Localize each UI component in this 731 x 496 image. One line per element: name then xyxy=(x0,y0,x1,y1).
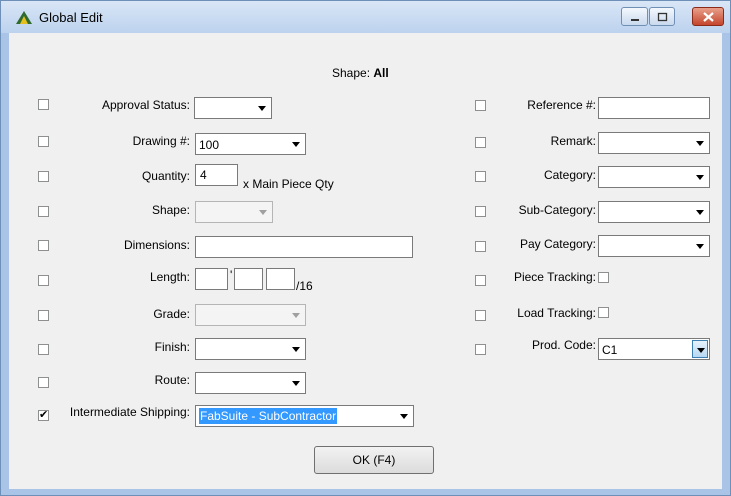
minimize-icon xyxy=(631,19,639,21)
length-feet-input[interactable] xyxy=(195,268,228,290)
shape-dropdown[interactable] xyxy=(195,201,273,223)
length-sixteenths-input[interactable] xyxy=(266,268,295,290)
length-checkbox[interactable] xyxy=(38,275,49,286)
shape-checkbox[interactable] xyxy=(38,206,49,217)
close-icon xyxy=(703,12,714,22)
length-inches-input[interactable] xyxy=(234,268,263,290)
prod-code-label: Prod. Code: xyxy=(531,338,596,352)
finish-checkbox[interactable] xyxy=(38,344,49,355)
chevron-down-icon xyxy=(255,203,271,221)
pay-category-label: Pay Category: xyxy=(519,237,596,251)
reference-label: Reference #: xyxy=(527,98,596,112)
chevron-down-icon xyxy=(692,237,708,255)
shape-summary-label: Shape: xyxy=(332,66,371,80)
drawing-dropdown[interactable]: 100 xyxy=(195,133,306,155)
dialog-body: Shape: All Approval Status: Drawing #: 1… xyxy=(9,33,722,489)
finish-label: Finish: xyxy=(154,340,190,354)
approval-status-checkbox[interactable] xyxy=(38,99,49,110)
prod-code-checkbox[interactable] xyxy=(475,344,486,355)
chevron-down-icon xyxy=(288,340,304,358)
piece-tracking-label: Piece Tracking: xyxy=(513,270,596,284)
sub-category-dropdown[interactable] xyxy=(598,201,710,223)
chevron-down-icon xyxy=(692,134,708,152)
grade-label: Grade: xyxy=(153,307,190,321)
dimensions-label: Dimensions: xyxy=(123,238,190,252)
chevron-down-icon xyxy=(396,407,412,425)
route-checkbox[interactable] xyxy=(38,377,49,388)
dimensions-checkbox[interactable] xyxy=(38,240,49,251)
drawing-label: Drawing #: xyxy=(132,134,190,148)
pay-category-dropdown[interactable] xyxy=(598,235,710,257)
load-tracking-label: Load Tracking: xyxy=(517,306,596,320)
title-bar[interactable]: Global Edit xyxy=(1,1,730,33)
grade-checkbox[interactable] xyxy=(38,310,49,321)
remark-dropdown[interactable] xyxy=(598,132,710,154)
intermediate-shipping-checkbox[interactable] xyxy=(38,408,49,421)
grade-dropdown[interactable] xyxy=(195,304,306,326)
reference-input[interactable] xyxy=(598,97,710,119)
drawing-value: 100 xyxy=(199,138,220,152)
load-tracking-checkbox[interactable] xyxy=(598,307,609,318)
ok-button[interactable]: OK (F4) xyxy=(314,446,434,474)
length-label: Length: xyxy=(149,270,190,284)
route-label: Route: xyxy=(154,373,190,387)
category-checkbox[interactable] xyxy=(475,171,486,182)
category-dropdown[interactable] xyxy=(598,166,710,188)
category-label: Category: xyxy=(543,168,596,182)
shape-summary: Shape: All xyxy=(332,66,389,80)
chevron-down-icon xyxy=(288,374,304,392)
remark-label: Remark: xyxy=(550,134,596,148)
chevron-down-icon xyxy=(288,135,304,153)
prod-code-value: C1 xyxy=(602,343,618,357)
load-tracking-outer-checkbox[interactable] xyxy=(475,310,486,321)
maximize-button[interactable] xyxy=(649,7,675,26)
chevron-down-icon xyxy=(288,306,304,324)
dimensions-input[interactable] xyxy=(195,236,413,258)
quantity-checkbox[interactable] xyxy=(38,171,49,182)
length-sixteenths-suffix: /16 xyxy=(296,279,313,293)
reference-checkbox[interactable] xyxy=(475,100,486,111)
maximize-icon xyxy=(657,12,668,22)
chevron-down-icon xyxy=(692,203,708,221)
quantity-suffix: x Main Piece Qty xyxy=(243,177,334,191)
remark-checkbox[interactable] xyxy=(475,137,486,148)
pay-category-checkbox[interactable] xyxy=(475,241,486,252)
close-button[interactable] xyxy=(692,7,724,26)
shape-label: Shape: xyxy=(151,203,190,217)
intermediate-shipping-label: Intermediate Shipping: xyxy=(69,405,190,419)
fabsuite-icon xyxy=(16,11,32,24)
sub-category-label: Sub-Category: xyxy=(518,203,596,217)
minimize-button[interactable] xyxy=(621,7,648,26)
prod-code-dropdown[interactable]: C1 xyxy=(598,338,710,360)
global-edit-window: Global Edit Shape: All Approval Status: … xyxy=(0,0,731,496)
intermediate-shipping-value: FabSuite - SubContractor xyxy=(199,408,338,424)
sub-category-checkbox[interactable] xyxy=(475,206,486,217)
approval-status-dropdown[interactable] xyxy=(194,97,272,119)
intermediate-shipping-dropdown[interactable]: FabSuite - SubContractor xyxy=(195,405,414,427)
shape-summary-value: All xyxy=(373,66,389,80)
chevron-down-icon xyxy=(692,340,708,358)
route-dropdown[interactable] xyxy=(195,372,306,394)
length-feet-mark: ' xyxy=(230,268,233,282)
finish-dropdown[interactable] xyxy=(195,338,306,360)
window-title: Global Edit xyxy=(39,10,103,25)
piece-tracking-checkbox[interactable] xyxy=(598,272,609,283)
drawing-checkbox[interactable] xyxy=(38,136,49,147)
approval-status-label: Approval Status: xyxy=(101,98,190,112)
quantity-label: Quantity: xyxy=(141,169,190,183)
quantity-input[interactable]: 4 xyxy=(195,164,238,186)
piece-tracking-outer-checkbox[interactable] xyxy=(475,275,486,286)
chevron-down-icon xyxy=(254,99,270,117)
chevron-down-icon xyxy=(692,168,708,186)
